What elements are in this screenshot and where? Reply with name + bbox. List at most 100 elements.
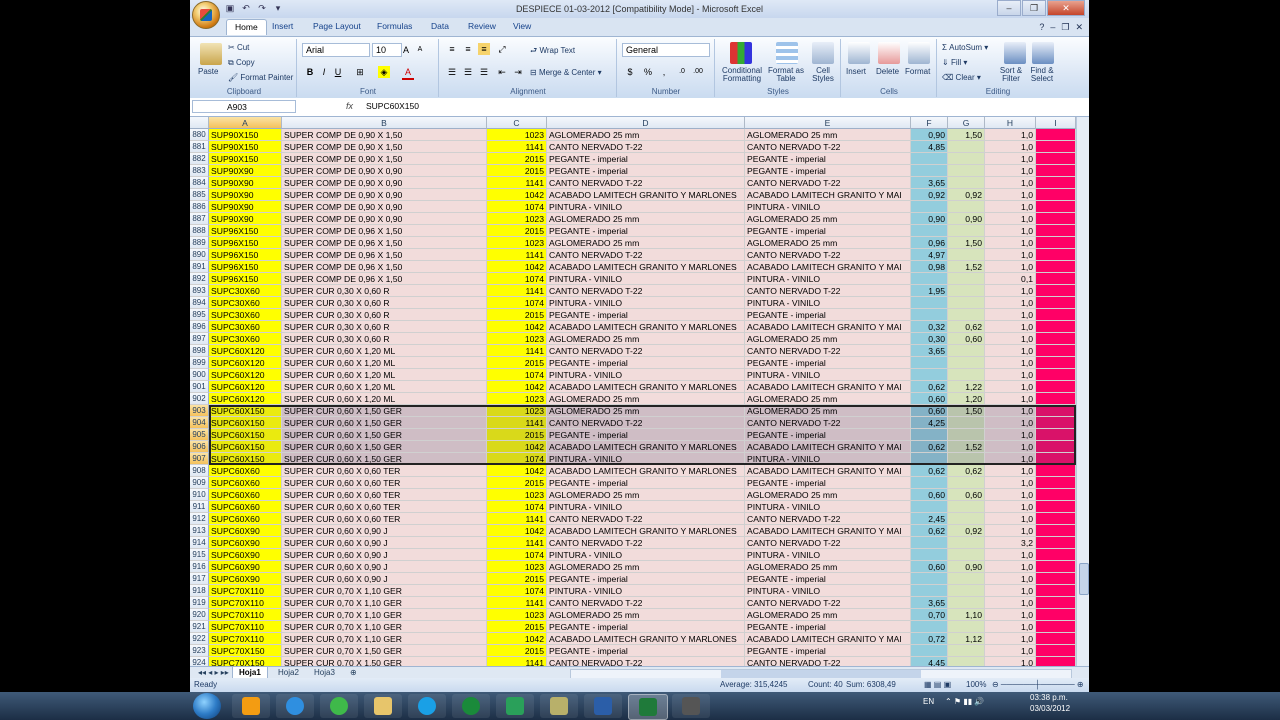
align-center-icon[interactable]: ☰ bbox=[462, 66, 474, 78]
find-select-icon[interactable] bbox=[1032, 42, 1054, 64]
cell-d[interactable]: CANTO NERVADO T-22 bbox=[547, 417, 745, 429]
cell-e[interactable]: PEGANTE - imperial bbox=[745, 429, 911, 441]
cell-a[interactable]: SUPC60X60 bbox=[209, 501, 282, 513]
wrap-text-button[interactable]: ⮐ Wrap Text bbox=[530, 45, 575, 59]
row-header[interactable]: 902 bbox=[190, 393, 209, 405]
cell-f[interactable]: 0,62 bbox=[911, 525, 948, 537]
row-header[interactable]: 891 bbox=[190, 261, 209, 273]
align-bottom-icon[interactable]: ≡ bbox=[478, 43, 490, 55]
select-all-corner[interactable] bbox=[190, 117, 209, 129]
column-header-e[interactable]: E bbox=[745, 117, 911, 129]
cell-b[interactable]: SUPER CUR 0,60 X 0,60 TER bbox=[282, 465, 487, 477]
cell-b[interactable]: SUPER COMP DE 0,90 X 1,50 bbox=[282, 129, 487, 141]
cell-e[interactable]: PEGANTE - imperial bbox=[745, 309, 911, 321]
cell-g[interactable] bbox=[948, 477, 985, 489]
worksheet-grid[interactable]: A B C D E F G H I 880 SUP90X150 SUPER COMP DE 0,90 … bbox=[190, 117, 1076, 666]
row-header[interactable]: 919 bbox=[190, 597, 209, 609]
cell-e[interactable]: PEGANTE - imperial bbox=[745, 165, 911, 177]
row-header[interactable]: 912 bbox=[190, 513, 209, 525]
taskbar-app11[interactable] bbox=[672, 694, 710, 718]
format-painter-button[interactable]: 🖌 Format Painter bbox=[228, 73, 293, 82]
row-header[interactable]: 911 bbox=[190, 501, 209, 513]
align-right-icon[interactable]: ☰ bbox=[478, 66, 490, 78]
cell-h[interactable]: 1,0 bbox=[985, 489, 1036, 501]
cell-g[interactable]: 0,92 bbox=[948, 525, 985, 537]
cell-c[interactable]: 1141 bbox=[487, 249, 547, 261]
undo-icon[interactable]: ↶ bbox=[240, 2, 252, 14]
cell-i[interactable] bbox=[1036, 189, 1076, 201]
cell-c[interactable]: 1074 bbox=[487, 453, 547, 465]
cell-i[interactable] bbox=[1036, 225, 1076, 237]
cell-a[interactable]: SUP90X90 bbox=[209, 165, 282, 177]
cell-h[interactable]: 1,0 bbox=[985, 453, 1036, 465]
cell-c[interactable]: 1042 bbox=[487, 261, 547, 273]
cell-f[interactable]: 0,60 bbox=[911, 561, 948, 573]
tab-home[interactable]: Home bbox=[226, 19, 267, 35]
cell-e[interactable]: CANTO NERVADO T-22 bbox=[745, 249, 911, 261]
row-header[interactable]: 894 bbox=[190, 297, 209, 309]
cell-b[interactable]: SUPER CUR 0,30 X 0,60 R bbox=[282, 321, 487, 333]
cell-a[interactable]: SUPC30X60 bbox=[209, 333, 282, 345]
cell-c[interactable]: 2015 bbox=[487, 357, 547, 369]
cell-b[interactable]: SUPER COMP DE 0,90 X 0,90 bbox=[282, 189, 487, 201]
cell-b[interactable]: SUPER CUR 0,60 X 1,20 ML bbox=[282, 369, 487, 381]
format-cells-button[interactable]: Format bbox=[905, 67, 930, 76]
tab-formulas[interactable]: Formulas bbox=[377, 21, 412, 31]
cell-i[interactable] bbox=[1036, 261, 1076, 273]
cell-h[interactable]: 1,0 bbox=[985, 393, 1036, 405]
help-icon[interactable]: ? bbox=[1039, 22, 1044, 33]
increase-decimal-icon[interactable]: .0 bbox=[676, 66, 688, 78]
cell-a[interactable]: SUPC60X60 bbox=[209, 477, 282, 489]
cell-h[interactable]: 1,0 bbox=[985, 621, 1036, 633]
cell-d[interactable]: AGLOMERADO 25 mm bbox=[547, 237, 745, 249]
row-header[interactable]: 903 bbox=[190, 405, 209, 417]
cell-d[interactable]: AGLOMERADO 25 mm bbox=[547, 489, 745, 501]
cell-d[interactable]: PINTURA - VINILO bbox=[547, 201, 745, 213]
cell-b[interactable]: SUPER CUR 0,30 X 0,60 R bbox=[282, 333, 487, 345]
cell-f[interactable] bbox=[911, 501, 948, 513]
workbook-close-icon[interactable]: ✕ bbox=[1075, 22, 1083, 33]
italic-button[interactable]: I bbox=[318, 66, 330, 78]
cell-f[interactable]: 4,85 bbox=[911, 141, 948, 153]
cell-c[interactable]: 1141 bbox=[487, 285, 547, 297]
cell-c[interactable]: 1074 bbox=[487, 369, 547, 381]
cell-g[interactable]: 1,52 bbox=[948, 261, 985, 273]
cell-b[interactable]: SUPER CUR 0,60 X 1,20 ML bbox=[282, 381, 487, 393]
cell-g[interactable] bbox=[948, 297, 985, 309]
cell-h[interactable]: 1,0 bbox=[985, 609, 1036, 621]
cell-a[interactable]: SUP90X90 bbox=[209, 201, 282, 213]
align-top-icon[interactable]: ≡ bbox=[446, 43, 458, 55]
cell-f[interactable]: 0,60 bbox=[911, 405, 948, 417]
cell-g[interactable] bbox=[948, 657, 985, 666]
cell-a[interactable]: SUP90X150 bbox=[209, 153, 282, 165]
fx-icon[interactable]: fx bbox=[346, 101, 353, 111]
cell-h[interactable]: 1,0 bbox=[985, 333, 1036, 345]
cell-i[interactable] bbox=[1036, 633, 1076, 645]
cell-g[interactable] bbox=[948, 153, 985, 165]
cut-button[interactable]: ✂ Cut bbox=[228, 43, 249, 52]
font-color-icon[interactable]: A bbox=[402, 66, 414, 80]
cell-b[interactable]: SUPER COMP DE 0,90 X 1,50 bbox=[282, 153, 487, 165]
cell-d[interactable]: ACABADO LAMITECH GRANITO Y MARLONES bbox=[547, 633, 745, 645]
cell-e[interactable]: AGLOMERADO 25 mm bbox=[745, 333, 911, 345]
cell-g[interactable] bbox=[948, 225, 985, 237]
cell-d[interactable]: PEGANTE - imperial bbox=[547, 309, 745, 321]
cell-e[interactable]: PEGANTE - imperial bbox=[745, 477, 911, 489]
cell-h[interactable]: 1,0 bbox=[985, 657, 1036, 666]
cell-f[interactable]: 0,30 bbox=[911, 333, 948, 345]
horizontal-scroll-thumb[interactable] bbox=[721, 670, 921, 678]
fill-button[interactable]: ⇓ Fill ▾ bbox=[942, 58, 967, 67]
cell-d[interactable]: AGLOMERADO 25 mm bbox=[547, 609, 745, 621]
underline-button[interactable]: U bbox=[332, 66, 344, 78]
cell-c[interactable]: 1141 bbox=[487, 141, 547, 153]
cell-a[interactable]: SUP96X150 bbox=[209, 261, 282, 273]
column-header-b[interactable]: B bbox=[282, 117, 487, 129]
row-header[interactable]: 909 bbox=[190, 477, 209, 489]
row-header[interactable]: 921 bbox=[190, 621, 209, 633]
cell-a[interactable]: SUPC30X60 bbox=[209, 321, 282, 333]
cell-e[interactable]: CANTO NERVADO T-22 bbox=[745, 597, 911, 609]
column-header-a[interactable]: A bbox=[209, 117, 282, 129]
cell-a[interactable]: SUPC60X120 bbox=[209, 381, 282, 393]
cell-i[interactable] bbox=[1036, 285, 1076, 297]
cell-g[interactable]: 1,50 bbox=[948, 237, 985, 249]
